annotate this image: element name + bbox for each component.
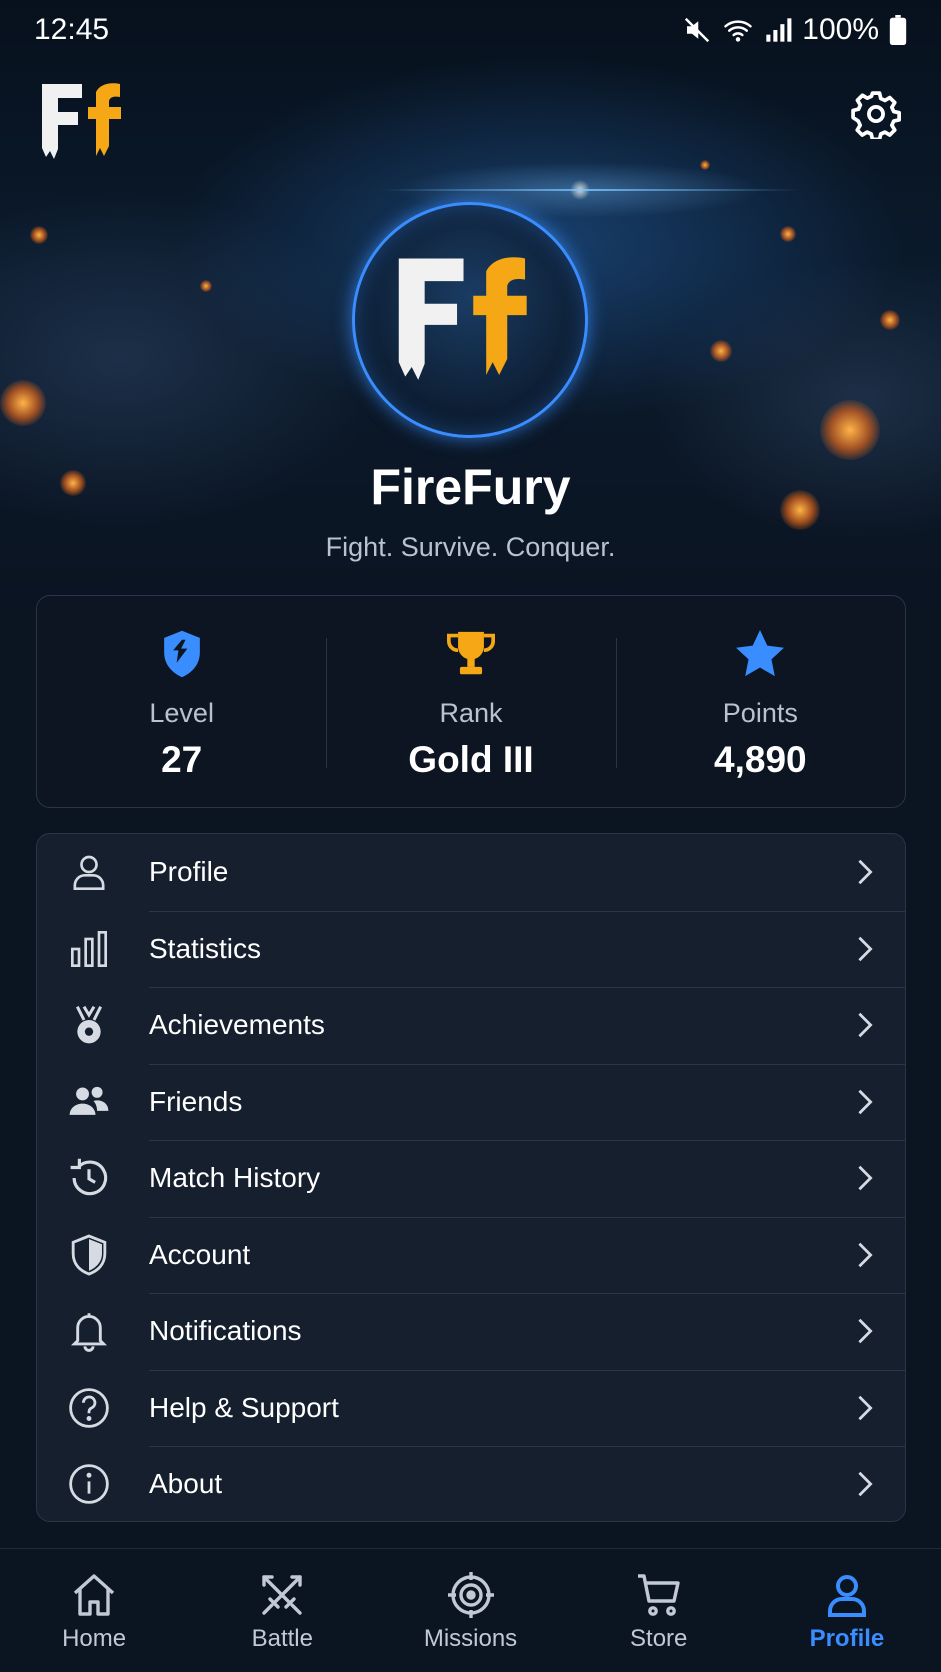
menu-item-label: Profile xyxy=(149,856,229,888)
menu-item-label: About xyxy=(149,1468,223,1500)
menu-item-label: Account xyxy=(149,1238,251,1270)
nav-home[interactable]: Home xyxy=(0,1549,188,1672)
stat-rank: Rank Gold III xyxy=(326,596,615,807)
chevron-right-icon xyxy=(853,1469,877,1499)
signal-icon xyxy=(764,15,792,45)
chevron-right-icon xyxy=(853,1163,877,1193)
home-icon xyxy=(68,1569,120,1621)
star-icon xyxy=(735,626,785,682)
ember-particle xyxy=(0,380,46,426)
chevron-right-icon xyxy=(853,1393,877,1423)
nav-profile[interactable]: Profile xyxy=(753,1549,941,1672)
menu-item-label: Statistics xyxy=(149,932,262,964)
username: FireFury xyxy=(370,459,571,515)
nav-label: Missions xyxy=(423,1625,518,1652)
stat-level: Level 27 xyxy=(37,596,326,807)
menu-item-account[interactable]: Account xyxy=(37,1216,905,1294)
menu-item-notifications[interactable]: Notifications xyxy=(37,1293,905,1370)
stat-value: Gold III xyxy=(408,739,534,780)
nav-missions[interactable]: Missions xyxy=(376,1549,564,1672)
mute-icon xyxy=(682,15,712,45)
chevron-right-icon xyxy=(853,857,877,887)
cart-icon xyxy=(633,1569,685,1621)
ember-particle xyxy=(780,226,796,242)
wifi-icon xyxy=(722,15,754,45)
chevron-right-icon xyxy=(853,1087,877,1117)
chevron-right-icon xyxy=(853,1010,877,1040)
stat-value: 27 xyxy=(161,739,203,780)
menu-item-statistics[interactable]: Statistics xyxy=(37,910,905,988)
stat-value: 4,890 xyxy=(714,739,807,780)
settings-button[interactable] xyxy=(848,88,904,144)
target-icon xyxy=(445,1569,497,1621)
history-icon xyxy=(67,1156,111,1200)
ember-particle xyxy=(820,400,880,460)
bottom-navigation: Home Battle Missions Store Profile xyxy=(0,1548,941,1672)
menu-item-label: Help & Support xyxy=(149,1391,339,1423)
menu-item-help-support[interactable]: Help & Support xyxy=(37,1369,905,1447)
avatar[interactable] xyxy=(352,202,588,438)
menu-item-profile[interactable]: Profile xyxy=(37,834,905,911)
tagline: Fight. Survive. Conquer. xyxy=(325,532,616,562)
shield-icon xyxy=(67,1233,111,1277)
bell-icon xyxy=(67,1309,111,1353)
trophy-icon xyxy=(445,626,497,682)
chevron-right-icon xyxy=(853,1240,877,1270)
ember-particle xyxy=(710,340,732,362)
friends-icon xyxy=(67,1080,111,1124)
settings-menu: Profile Statistics Achievements Friends … xyxy=(36,833,906,1522)
battery-icon xyxy=(889,15,907,45)
status-time: 12:45 xyxy=(34,13,110,46)
battery-percent: 100% xyxy=(802,13,879,46)
stat-label: Points xyxy=(722,698,798,728)
nav-label: Profile xyxy=(809,1625,885,1652)
nav-store[interactable]: Store xyxy=(565,1549,753,1672)
menu-item-label: Achievements xyxy=(149,1009,325,1041)
nav-battle[interactable]: Battle xyxy=(188,1549,376,1672)
menu-item-label: Friends xyxy=(149,1085,243,1117)
info-icon xyxy=(67,1462,111,1506)
person-icon xyxy=(67,850,111,894)
status-icons: 100% xyxy=(682,13,907,47)
help-icon xyxy=(67,1386,111,1430)
chevron-right-icon xyxy=(853,1316,877,1346)
ember-particle xyxy=(700,160,710,170)
shield-level-icon xyxy=(160,626,204,682)
chevron-right-icon xyxy=(853,934,877,964)
stat-label: Rank xyxy=(439,698,503,728)
nav-label: Home xyxy=(62,1625,127,1652)
status-bar: 12:45 100% xyxy=(0,0,941,60)
avatar-logo xyxy=(398,257,527,380)
stats-card: Level 27 Rank Gold III Points 4,890 xyxy=(36,595,906,808)
ember-particle xyxy=(30,226,48,244)
stat-points: Points 4,890 xyxy=(615,596,905,807)
app-logo xyxy=(40,80,132,164)
menu-item-label: Notifications xyxy=(149,1315,302,1347)
nav-label: Battle xyxy=(251,1625,313,1652)
ember-particle xyxy=(880,310,900,330)
menu-item-label: Match History xyxy=(149,1162,321,1194)
ember-particle xyxy=(200,280,212,292)
swords-icon xyxy=(256,1569,308,1621)
hero-light-flare xyxy=(380,189,800,191)
bar-chart-icon xyxy=(67,927,111,971)
menu-item-match-history[interactable]: Match History xyxy=(37,1140,905,1217)
nav-label: Store xyxy=(630,1625,688,1652)
menu-item-achievements[interactable]: Achievements xyxy=(37,987,905,1064)
stat-label: Level xyxy=(149,698,214,728)
menu-item-about[interactable]: About xyxy=(37,1446,905,1521)
menu-item-friends[interactable]: Friends xyxy=(37,1063,905,1141)
medal-icon xyxy=(67,1003,111,1047)
gear-icon xyxy=(851,89,901,144)
profile-icon xyxy=(821,1569,873,1621)
